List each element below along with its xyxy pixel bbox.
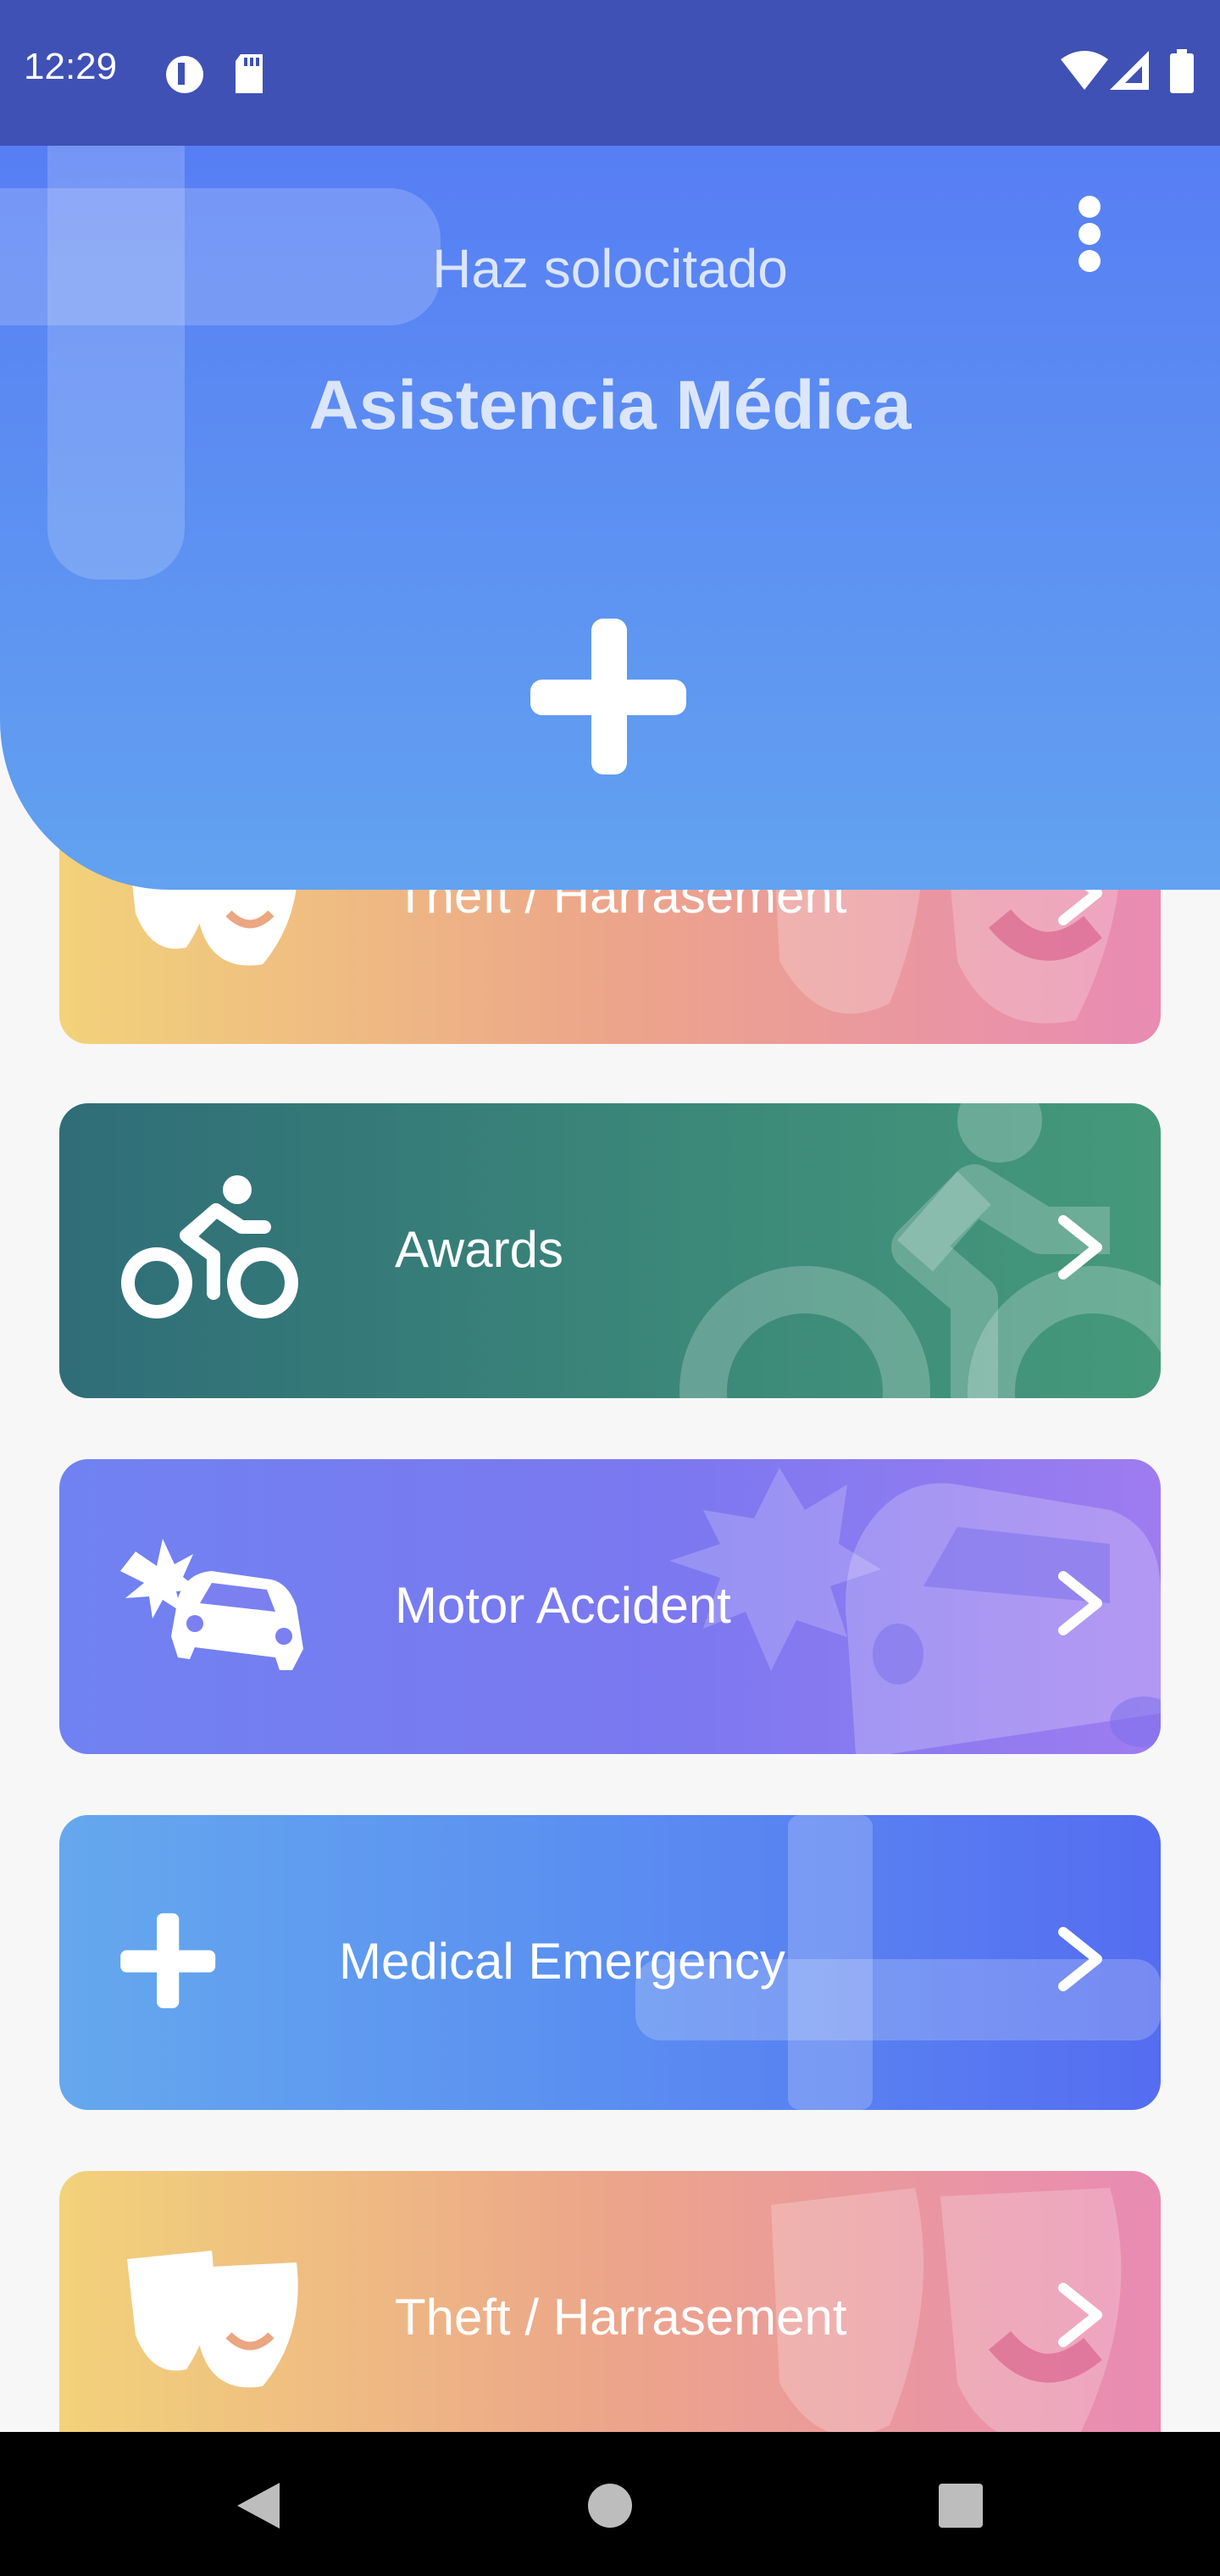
header-title: Asistencia Médica [308, 367, 912, 444]
status-time: 12:29 [24, 46, 118, 87]
card-label: Theft / Harrasement [395, 2289, 847, 2346]
header-subtitle: Haz solocitado [432, 238, 788, 299]
category-card-motor-accident[interactable]: Motor Accident [59, 1459, 1161, 1754]
request-header: Haz solocitado Asistencia Médica [0, 146, 1220, 890]
card-label: Medical Emergency [339, 1933, 785, 1990]
status-bar: 12:29 [0, 0, 1220, 146]
system-nav-bar [0, 2432, 1220, 2576]
chevron-right-icon[interactable] [1051, 1569, 1110, 1637]
sd-card-icon [236, 54, 263, 93]
plus-icon[interactable] [529, 617, 690, 778]
theater-masks-icon [127, 2251, 298, 2388]
recents-icon[interactable] [937, 2476, 984, 2535]
battery-icon [1170, 49, 1194, 93]
home-icon[interactable] [586, 2476, 634, 2535]
chevron-right-icon[interactable] [1051, 1925, 1110, 1993]
data-saver-icon [166, 56, 203, 93]
plus-icon [120, 1913, 216, 2008]
category-card-awards[interactable]: Awards [59, 1103, 1161, 1398]
car-crash-icon [120, 1539, 303, 1670]
category-card-theft[interactable]: Theft / Harrasement [59, 2171, 1161, 2466]
chevron-right-icon[interactable] [1051, 1213, 1110, 1281]
category-card-medical-emergency[interactable]: Medical Emergency [59, 1815, 1161, 2110]
bicycle-icon [121, 1175, 298, 1319]
back-icon[interactable] [229, 2476, 288, 2535]
more-vertical-icon[interactable] [1074, 183, 1105, 285]
card-label: Awards [395, 1221, 563, 1278]
card-label: Motor Accident [395, 1577, 731, 1634]
signal-icon [1110, 51, 1149, 90]
wifi-icon [1061, 51, 1108, 90]
chevron-right-icon[interactable] [1051, 2281, 1110, 2349]
